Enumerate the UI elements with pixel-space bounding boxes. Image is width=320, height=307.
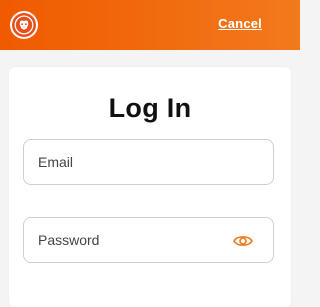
top-header: Cancel	[0, 0, 300, 50]
email-field[interactable]: Email	[23, 139, 274, 185]
lion-logo-icon[interactable]	[10, 11, 38, 39]
password-placeholder: Password	[38, 232, 100, 248]
page-title: Log In	[108, 93, 192, 123]
eye-icon[interactable]	[233, 232, 253, 250]
cancel-link[interactable]: Cancel	[218, 16, 262, 31]
email-placeholder: Email	[38, 154, 74, 170]
login-card: Log In Email Password	[9, 67, 291, 307]
password-field[interactable]: Password	[23, 217, 274, 263]
